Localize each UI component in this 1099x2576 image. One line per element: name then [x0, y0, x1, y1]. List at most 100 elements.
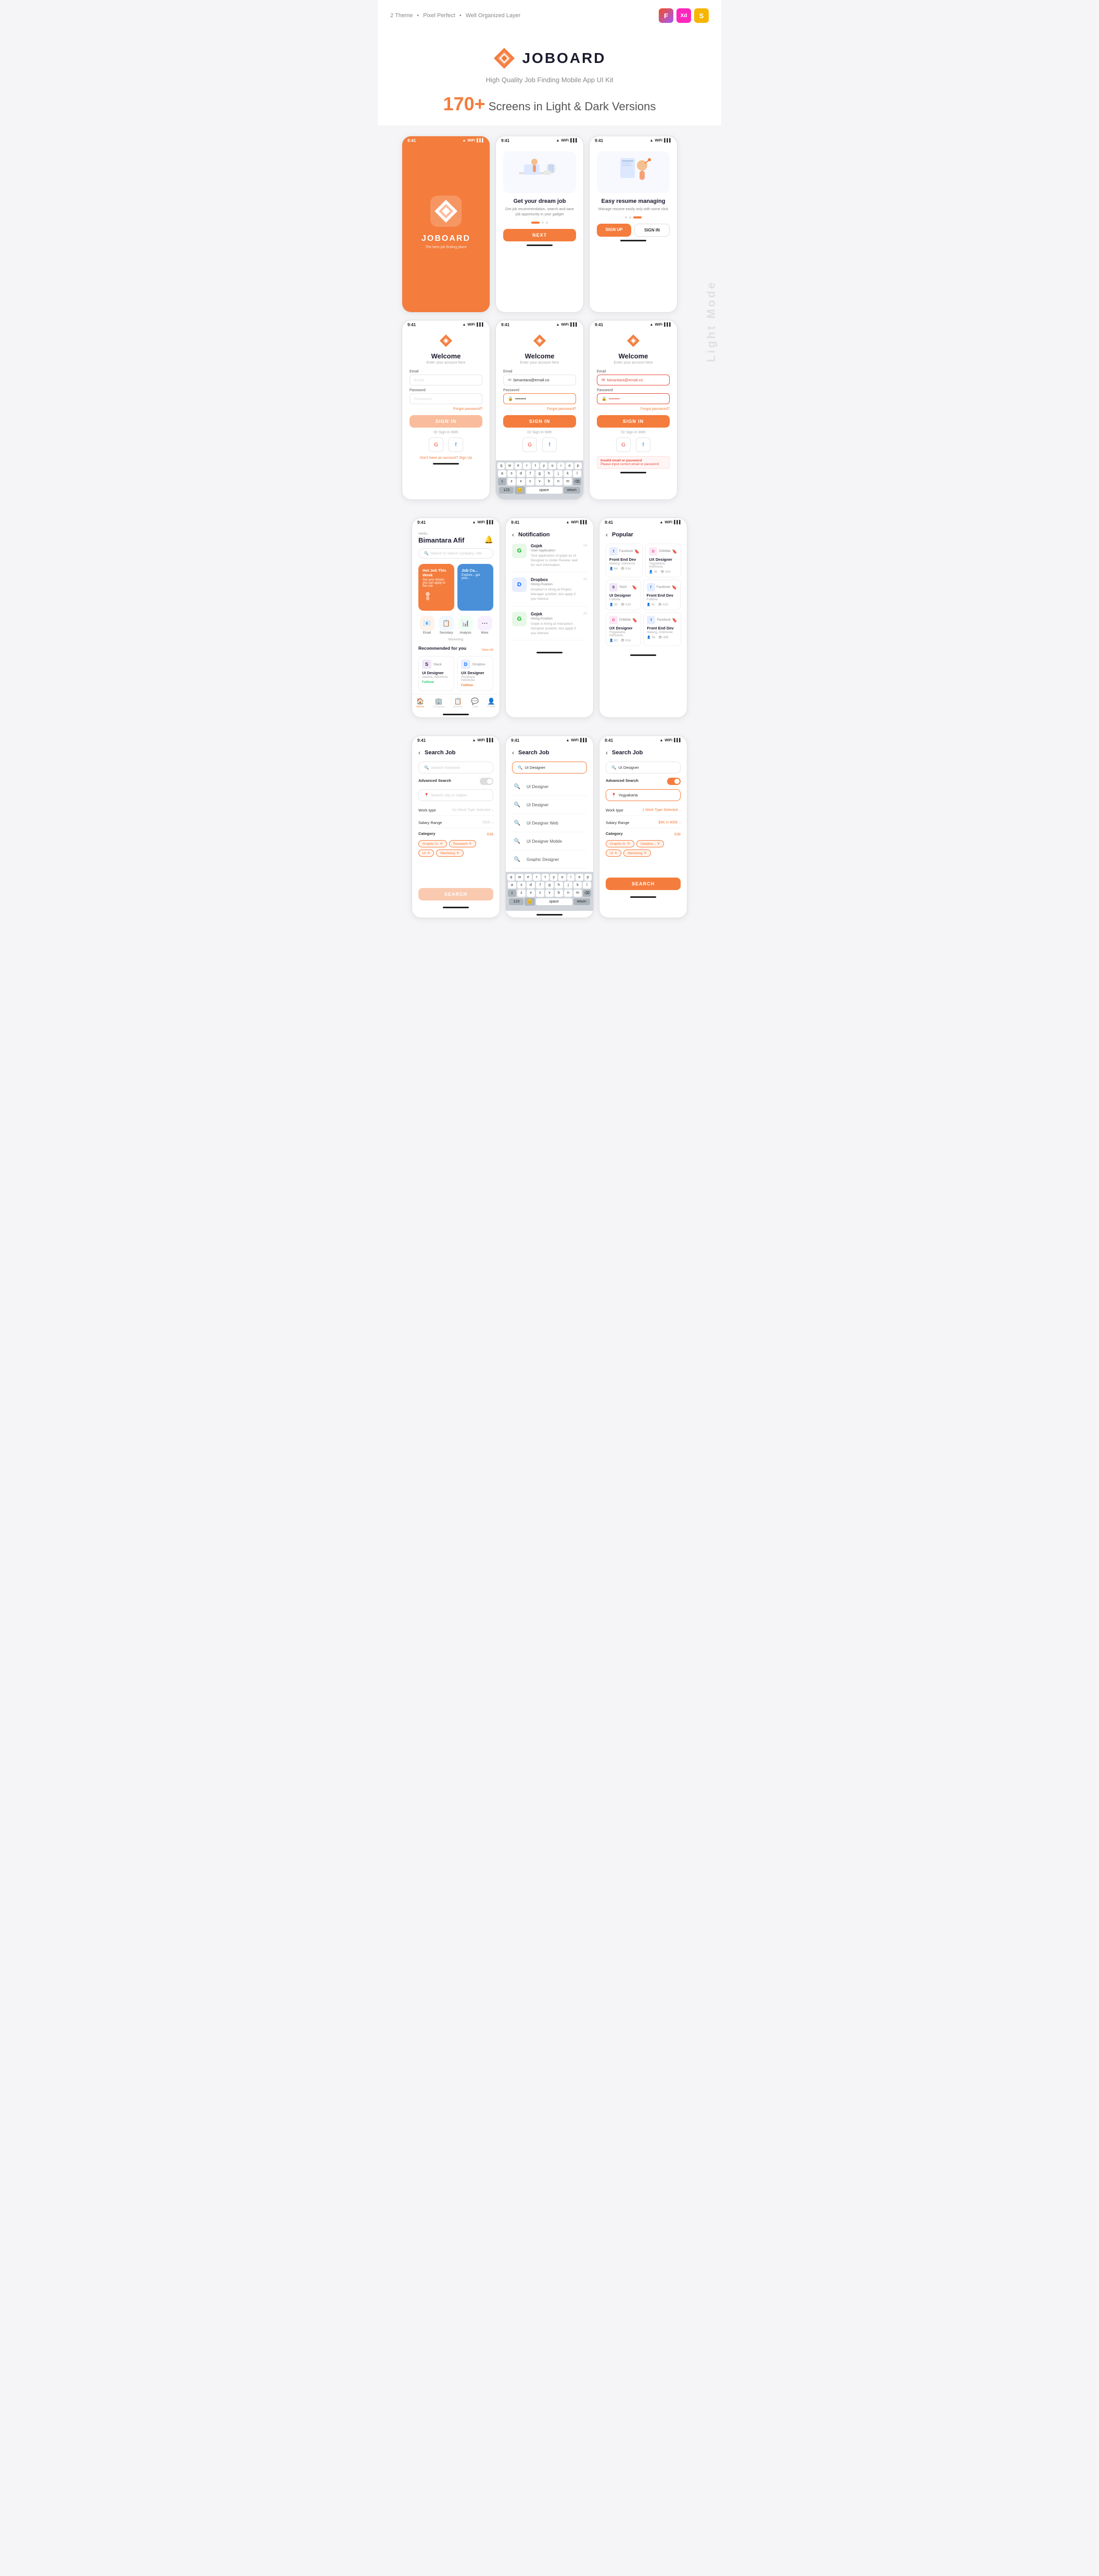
job-card-2[interactable]: D Dropbox UX Designer Surabaya, Indonesi… [457, 656, 493, 691]
skb-space[interactable]: space [536, 898, 572, 905]
email-error[interactable]: ✉ bimantara@email.co [597, 375, 670, 385]
result-2[interactable]: 🔍 UI Designer [512, 796, 587, 814]
kb-r[interactable]: r [523, 462, 530, 469]
tag-research[interactable]: Research ✕ [449, 840, 476, 847]
kb-f[interactable]: f [526, 470, 534, 477]
notification-bell-icon[interactable]: 🔔 [484, 535, 493, 544]
kb-z[interactable]: z [507, 478, 516, 485]
bookmark-6[interactable]: 🔖 [672, 618, 678, 623]
category-edit-link[interactable]: Edit [487, 833, 493, 836]
kb-j[interactable]: j [554, 470, 563, 477]
bookmark-3[interactable]: 🔖 [632, 585, 637, 590]
skb-x[interactable]: x [527, 890, 535, 897]
skb-q[interactable]: q [507, 874, 515, 881]
skb-a[interactable]: a [508, 882, 516, 888]
signin-btn3[interactable]: SIGN IN [597, 415, 670, 428]
skb-c[interactable]: c [536, 890, 544, 897]
cat-marketing[interactable]: 📧 Email [418, 616, 436, 635]
skb-m[interactable]: m [573, 890, 582, 897]
signup-button[interactable]: SIGN UP [597, 224, 631, 237]
skb-l[interactable]: l [583, 882, 591, 888]
nav-chat[interactable]: 💬 Chat [471, 698, 479, 709]
skb-bs[interactable]: ⌫ [583, 890, 591, 897]
pop-card-4[interactable]: f Facebook 🔖 Front End Dev Fulltime 👤 41… [643, 579, 681, 610]
kb-m[interactable]: m [564, 478, 572, 485]
search-btn-3[interactable]: SEARCH [606, 878, 681, 890]
bookmark-2[interactable]: 🔖 [672, 549, 678, 554]
facebook-btn2[interactable]: f [542, 437, 557, 452]
skb-v[interactable]: v [545, 890, 554, 897]
skb-e[interactable]: e [525, 874, 532, 881]
tag-marketing[interactable]: Marketing ✕ [436, 849, 463, 857]
password-filled[interactable]: 🔒 •••••••• [503, 393, 576, 404]
notif-item-2[interactable]: D Dropbox Hiring Position Dropbox is hir… [512, 577, 587, 606]
search-active-input[interactable]: 🔍 UI Designer [512, 762, 587, 774]
facebook-btn3[interactable]: f [636, 437, 650, 452]
tag3-ui[interactable]: UI ✕ [606, 849, 621, 857]
location-input-3[interactable]: 📍 Yogyakarta [606, 789, 681, 801]
skb-h[interactable]: h [555, 882, 563, 888]
skb-r[interactable]: r [533, 874, 540, 881]
cat-analysis[interactable]: 📊 Analysis [457, 616, 474, 635]
salary-filter[interactable]: Salary Range 500k › [418, 818, 493, 828]
nav-company[interactable]: 🏢 Company [432, 698, 445, 709]
result-4[interactable]: 🔍 UI Designer Mobile [512, 832, 587, 851]
pop-card-2[interactable]: D Dribbble 🔖 UX Designer Yogyakarta, Ind… [645, 544, 681, 577]
pop-card-6[interactable]: f Facebook 🔖 Front End Dev Malang, Indon… [643, 612, 681, 646]
email-filled[interactable]: ✉ bimantara@email.co [503, 375, 576, 385]
hot-job-banner[interactable]: Hot Job This Week Get your dream you can… [418, 564, 454, 611]
kb-g[interactable]: g [535, 470, 544, 477]
kb-w[interactable]: w [506, 462, 513, 469]
skb-k[interactable]: k [573, 882, 582, 888]
skb-f[interactable]: f [536, 882, 544, 888]
kb-c[interactable]: c [526, 478, 534, 485]
bookmark-1[interactable]: 🔖 [634, 549, 640, 554]
location-input[interactable]: 📍 Search city or region [418, 789, 493, 801]
kb-k[interactable]: k [564, 470, 572, 477]
keyboard[interactable]: q w e r t y u i o p a s d [496, 460, 583, 499]
salary-filter-3[interactable]: Salary Range $5K in 800k › [606, 818, 681, 828]
skb-y[interactable]: y [550, 874, 557, 881]
cat-secretary[interactable]: 📋 Secretary [438, 616, 455, 635]
skb-d[interactable]: d [527, 882, 535, 888]
search1-back[interactable]: ‹ [418, 749, 420, 756]
kb-e[interactable]: e [515, 462, 522, 469]
skb-n[interactable]: n [564, 890, 572, 897]
back-button[interactable]: ‹ [512, 531, 514, 538]
signin-btn2[interactable]: SIGN IN [503, 415, 576, 428]
skb-p[interactable]: p [584, 874, 592, 881]
password-error[interactable]: 🔒 •••••••• [597, 393, 670, 404]
home-search-bar[interactable]: 🔍 Search to search company, role [418, 548, 493, 559]
cat-more[interactable]: ⋯ More [476, 616, 493, 635]
popular-back-btn[interactable]: ‹ [606, 531, 608, 538]
kb-s[interactable]: s [507, 470, 516, 477]
kb-space[interactable]: space [526, 487, 563, 494]
notif-item-1[interactable]: G Gojek User Application Your applicatio… [512, 544, 587, 572]
tag3-marketing[interactable]: Marketing ✕ [623, 849, 650, 857]
search-keyword-input[interactable]: 🔍 Search Keyword [418, 762, 493, 774]
kb-return[interactable]: return [564, 487, 580, 494]
forgot2[interactable]: Forgot password? [503, 407, 576, 411]
kb-u[interactable]: u [548, 462, 556, 469]
category-edit-3[interactable]: Edit [674, 833, 681, 836]
email-input-empty[interactable]: Email [410, 375, 482, 385]
skb-s[interactable]: s [517, 882, 526, 888]
kb-q[interactable]: q [497, 462, 505, 469]
google-btn[interactable]: G [429, 437, 443, 452]
work-type-filter-3[interactable]: Work type 1 Work Type Selected › [606, 805, 681, 816]
search2-back[interactable]: ‹ [512, 749, 514, 756]
nav-profile[interactable]: 👤 Profile [487, 698, 495, 709]
job-card-banner[interactable]: Job Ca... Explore... get your... [457, 564, 493, 611]
kb-v[interactable]: v [535, 478, 544, 485]
job-card-1[interactable]: S Slack UI Designer Jakarta, Indonesia F… [418, 656, 454, 691]
kb-p[interactable]: p [574, 462, 582, 469]
kb-t[interactable]: t [532, 462, 539, 469]
skb-z[interactable]: z [517, 890, 526, 897]
kb-d[interactable]: d [517, 470, 525, 477]
view-all-link[interactable]: View All [481, 648, 493, 652]
signin-button[interactable]: SIGN IN [634, 224, 670, 237]
kb-x[interactable]: x [517, 478, 525, 485]
skb-emoji[interactable]: 😊 [525, 898, 534, 906]
kb-shift[interactable]: ⇧ [498, 478, 506, 485]
nav-activity[interactable]: 📋 Activity [453, 698, 462, 709]
